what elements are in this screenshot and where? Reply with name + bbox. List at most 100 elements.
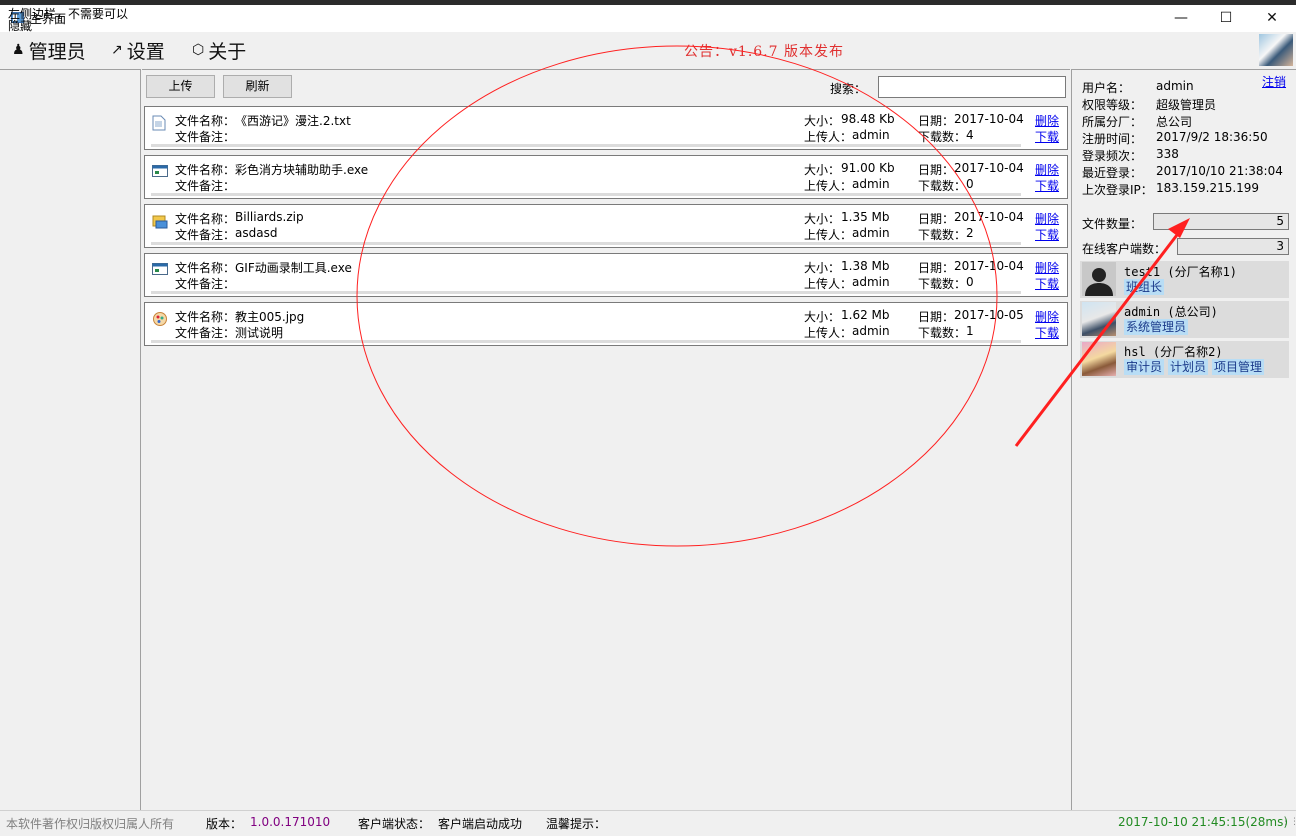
online-user-card[interactable]: test1 (分厂名称1) 班组长 [1080,261,1289,298]
uploader-label: 上传人： [804,130,853,144]
file-size-label: 大小： [804,212,841,226]
account-field-value: 超级管理员 [1156,98,1217,112]
file-name-label: 文件名称： [175,212,236,226]
file-progress-bar [151,242,1021,245]
file-date-label: 日期： [918,261,955,275]
file-card[interactable]: 文件名称： Billiards.zip 文件备注： asdasd 大小： 1.35 Mb 上… [144,204,1068,248]
role-tags: 系统管理员 [1124,319,1189,335]
user-avatar [1082,262,1116,296]
menu-about-label: 关于 [208,40,247,63]
menu-settings[interactable]: ↗ 设置 [111,38,165,63]
client-state-value: 客户端启动成功 [438,817,523,831]
account-field-label: 权限等级： [1082,98,1143,112]
menu-settings-label: 设置 [126,40,165,63]
file-date-label: 日期： [918,310,955,324]
image-file-icon [152,311,167,327]
download-link[interactable]: 下载 [1035,324,1059,341]
menu-admin[interactable]: ♟ 管理员 [12,38,86,63]
file-name: GIF动画录制工具.exe [235,261,352,275]
file-note-label: 文件备注： [175,179,236,193]
file-card[interactable]: 文件名称： 《西游记》漫注.2.txt 文件备注： 大小： 98.48 Kb 上传人： ad… [144,106,1068,150]
minimize-button[interactable]: — [1158,5,1204,32]
uploader: admin [852,177,890,191]
delete-link[interactable]: 删除 [1035,308,1059,325]
delete-link[interactable]: 删除 [1035,161,1059,178]
resize-grip-icon[interactable]: ⋮⋮ [1281,817,1296,827]
role-tag: 审计员 [1124,359,1165,375]
account-field-label: 最近登录： [1082,166,1143,180]
download-link[interactable]: 下载 [1035,128,1059,145]
version-value: 1.0.0.171010 [250,815,331,829]
uploader-label: 上传人： [804,277,853,291]
download-count-label: 下载数： [918,179,967,193]
role-tag: 班组长 [1124,279,1165,295]
online-count-value: 3 [1177,238,1289,255]
announcement-text: 公告：v1.6.7 版本发布 [684,44,844,60]
role-tag: 计划员 [1168,359,1209,375]
close-button[interactable]: ✕ [1249,5,1295,32]
file-note-label: 文件备注： [175,326,236,340]
file-name-label: 文件名称： [175,163,236,177]
file-name-label: 文件名称： [175,261,236,275]
search-label: 搜索： [830,82,867,96]
file-date: 2017-10-05 [954,308,1024,322]
file-date-label: 日期： [918,212,955,226]
menu-admin-label: 管理员 [28,40,86,63]
role-tag: 项目管理 [1212,359,1265,375]
file-size-label: 大小： [804,114,841,128]
menu-bar: ♟ 管理员 ↗ 设置 ⬡ 关于 公告：v1.6.7 版本发布 [0,32,1296,69]
download-link[interactable]: 下载 [1035,177,1059,194]
file-size-label: 大小： [804,261,841,275]
title-bar[interactable]: 主界面 — ☐ ✕ [0,5,1296,32]
online-count-label: 在线客户端数： [1082,242,1167,256]
version-label: 版本： [206,817,243,831]
delete-link[interactable]: 删除 [1035,259,1059,276]
uploader-label: 上传人： [804,326,853,340]
file-name-label: 文件名称： [175,114,236,128]
delete-link[interactable]: 删除 [1035,112,1059,129]
file-note-label: 文件备注： [175,130,236,144]
file-count-label: 文件数量： [1082,217,1143,231]
download-link[interactable]: 下载 [1035,275,1059,292]
arrow-icon: ↗ [111,42,123,58]
file-size: 1.35 Mb [841,210,890,224]
text-file-icon [152,115,166,131]
file-card[interactable]: 文件名称： 彩色消方块辅助助手.exe 文件备注： 大小： 91.00 Kb 上传人： ad… [144,155,1068,199]
online-user-card[interactable]: hsl (分厂名称2) 审计员 计划员 项目管理 [1080,341,1289,378]
logout-link[interactable]: 注销 [1262,73,1286,90]
search-input[interactable] [878,76,1066,98]
online-user-name: hsl (分厂名称2) [1124,345,1223,359]
online-user-card[interactable]: admin (总公司) 系统管理员 [1080,301,1289,338]
zip-file-icon [152,213,168,229]
upload-button[interactable]: 上传 [146,75,215,98]
uploader-label: 上传人： [804,179,853,193]
file-note-label: 文件备注： [175,277,236,291]
file-name: 彩色消方块辅助助手.exe [235,163,369,177]
uploader: admin [852,275,890,289]
account-field-value: 183.159.215.199 [1156,181,1260,195]
file-card[interactable]: 文件名称： GIF动画录制工具.exe 文件备注： 大小： 1.38 Mb 上传人： adm… [144,253,1068,297]
download-count-label: 下载数： [918,277,967,291]
file-size-label: 大小： [804,310,841,324]
account-field-label: 上次登录IP： [1082,183,1153,197]
file-size-label: 大小： [804,163,841,177]
left-sidebar [0,69,141,810]
download-count: 0 [966,275,974,289]
delete-link[interactable]: 删除 [1035,210,1059,227]
download-link[interactable]: 下载 [1035,226,1059,243]
file-note: asdasd [235,226,278,240]
file-size: 1.62 Mb [841,308,890,322]
client-state-label: 客户端状态： [358,817,431,831]
current-user-avatar[interactable] [1259,34,1293,66]
maximize-button[interactable]: ☐ [1203,5,1249,32]
account-field-value: 2017/9/2 18:36:50 [1156,130,1268,144]
account-field-value: admin [1156,79,1194,93]
menu-about[interactable]: ⬡ 关于 [192,38,247,63]
status-time: 2017-10-10 21:45:15(28ms) [1118,815,1289,829]
refresh-button[interactable]: 刷新 [223,75,292,98]
file-note-label: 文件备注： [175,228,236,242]
cube-icon: ⬡ [192,42,205,58]
uploader: admin [852,324,890,338]
file-count-value: 5 [1153,213,1289,230]
file-card[interactable]: 文件名称： 教主005.jpg 文件备注： 测试说明 大小： 1.62 Mb 上传人： adm… [144,302,1068,346]
